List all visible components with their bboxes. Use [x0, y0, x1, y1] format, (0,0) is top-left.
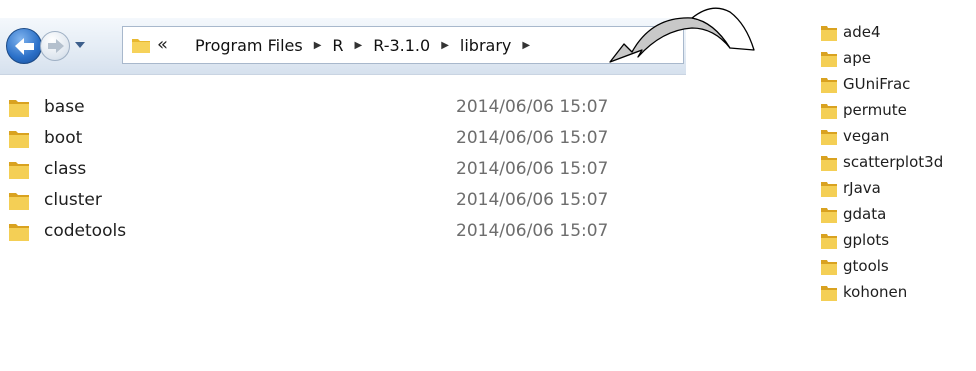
package-name: ade4	[843, 23, 881, 41]
folder-icon	[9, 193, 29, 210]
file-row[interactable]: class 2014/06/06 15:07	[0, 154, 686, 185]
file-modified: 2014/06/06 15:07	[456, 221, 609, 241]
package-name: permute	[843, 101, 907, 119]
curved-arrow-icon	[609, 7, 755, 63]
back-arrow-icon	[15, 38, 34, 55]
breadcrumb-r[interactable]: R	[332, 36, 343, 55]
file-modified: 2014/06/06 15:07	[456, 97, 609, 117]
list-item[interactable]: scatterplot3d	[820, 151, 976, 175]
package-name: rJava	[843, 179, 881, 197]
file-row[interactable]: cluster 2014/06/06 15:07	[0, 185, 686, 216]
folder-icon	[821, 104, 837, 119]
breadcrumb: Program Files ▶ R ▶ R-3.1.0 ▶ library ▶	[195, 36, 541, 55]
package-name: gdata	[843, 205, 887, 223]
folder-icon	[821, 130, 837, 145]
package-name: vegan	[843, 127, 890, 145]
list-item[interactable]: GUniFrac	[820, 73, 976, 97]
folder-icon	[821, 182, 837, 197]
file-name: class	[44, 159, 87, 179]
file-row[interactable]: codetools 2014/06/06 15:07	[0, 216, 686, 247]
forward-button[interactable]	[40, 31, 70, 61]
package-name: GUniFrac	[843, 75, 911, 93]
file-name: base	[44, 97, 85, 117]
list-item[interactable]: rJava	[820, 177, 976, 201]
overflow-chevron[interactable]: «	[157, 34, 168, 55]
file-name: cluster	[44, 190, 102, 210]
package-name: gplots	[843, 231, 890, 249]
chevron-right-icon[interactable]: ▶	[522, 40, 530, 51]
folder-icon	[821, 156, 837, 171]
back-button[interactable]	[6, 28, 42, 64]
package-name: kohonen	[843, 283, 908, 301]
file-name: boot	[44, 128, 83, 148]
breadcrumb-library[interactable]: library	[460, 36, 511, 55]
package-name: ape	[843, 49, 871, 67]
folder-icon	[821, 26, 837, 41]
navigation-bar: « Program Files ▶ R ▶ R-3.1.0 ▶ library …	[0, 18, 686, 75]
breadcrumb-program-files[interactable]: Program Files	[195, 36, 303, 55]
folder-icon	[821, 208, 837, 223]
folder-icon	[9, 100, 29, 117]
file-row[interactable]: base 2014/06/06 15:07	[0, 92, 686, 123]
chevron-right-icon[interactable]: ▶	[441, 40, 449, 51]
file-modified: 2014/06/06 15:07	[456, 128, 609, 148]
forward-arrow-icon	[48, 39, 64, 53]
list-item[interactable]: gplots	[820, 229, 976, 253]
list-item[interactable]: gdata	[820, 203, 976, 227]
package-name: scatterplot3d	[843, 153, 944, 171]
chevron-down-icon[interactable]	[73, 38, 87, 52]
folder-icon	[9, 162, 29, 179]
package-name: gtools	[843, 257, 889, 275]
list-item[interactable]: ape	[820, 47, 976, 71]
address-bar[interactable]: « Program Files ▶ R ▶ R-3.1.0 ▶ library …	[122, 26, 684, 64]
folder-icon	[9, 224, 29, 241]
package-list: ade4 ape GUniFrac permute vegan scatterp…	[820, 0, 976, 371]
chevron-right-icon[interactable]: ▶	[355, 40, 363, 51]
list-item[interactable]: vegan	[820, 125, 976, 149]
file-modified: 2014/06/06 15:07	[456, 190, 609, 210]
file-modified: 2014/06/06 15:07	[456, 159, 609, 179]
list-item[interactable]: gtools	[820, 255, 976, 279]
list-item[interactable]: ade4	[820, 21, 976, 45]
folder-icon	[821, 286, 837, 301]
explorer-window: « Program Files ▶ R ▶ R-3.1.0 ▶ library …	[0, 0, 755, 272]
folder-icon	[821, 78, 837, 93]
file-name: codetools	[44, 221, 127, 241]
folder-icon	[821, 52, 837, 67]
folder-icon	[132, 39, 150, 53]
folder-icon	[821, 234, 837, 249]
list-item[interactable]: permute	[820, 99, 976, 123]
folder-icon	[821, 260, 837, 275]
file-row[interactable]: boot 2014/06/06 15:07	[0, 123, 686, 154]
folder-icon	[9, 131, 29, 148]
breadcrumb-r-version[interactable]: R-3.1.0	[373, 36, 430, 55]
chevron-right-icon[interactable]: ▶	[314, 40, 322, 51]
list-item[interactable]: kohonen	[820, 281, 976, 305]
